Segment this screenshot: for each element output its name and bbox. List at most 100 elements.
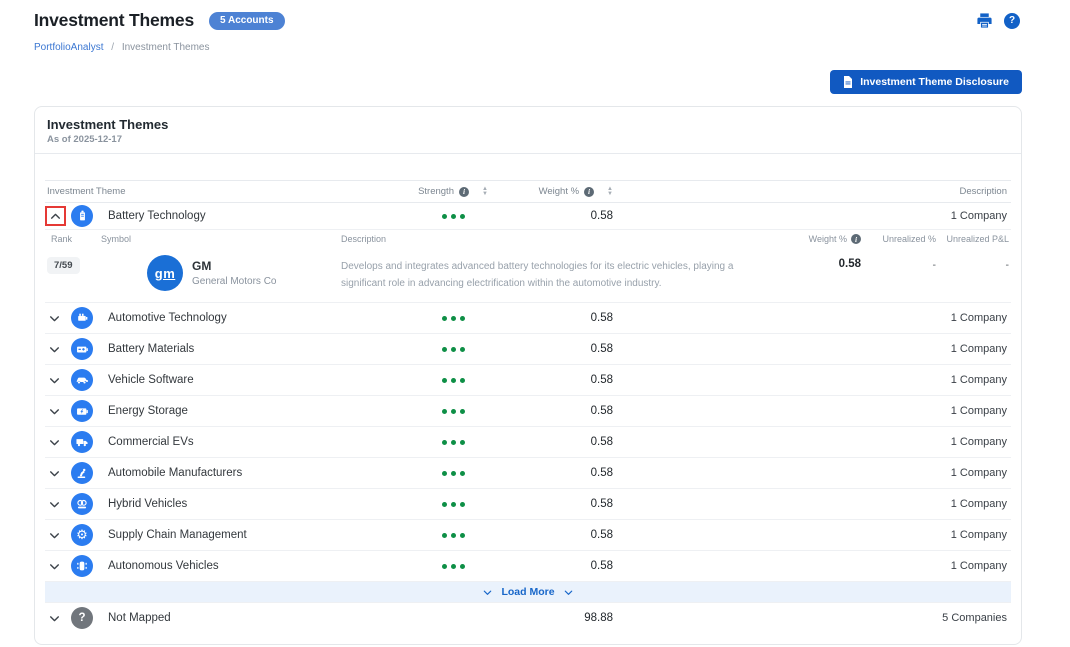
theme-name: Battery Materials	[103, 343, 393, 355]
theme-row-battery-materials[interactable]: Battery Materials 0.58 1 Company	[45, 334, 1011, 365]
chevron-down-icon	[482, 587, 493, 598]
theme-row-vehicle-software[interactable]: Vehicle Software 0.58 1 Company	[45, 365, 1011, 396]
theme-rows-container: Automotive Technology 0.58 1 Company Bat…	[45, 303, 1011, 582]
column-header-strength: Strength i ▲▼	[393, 186, 513, 197]
theme-companies: 1 Company	[613, 529, 1011, 541]
info-icon[interactable]: i	[851, 234, 861, 244]
theme-name: Vehicle Software	[103, 374, 393, 386]
theme-row-autonomous-vehicles[interactable]: Autonomous Vehicles 0.58 1 Company	[45, 551, 1011, 582]
strength-indicator	[393, 347, 513, 352]
chevron-down-icon[interactable]	[48, 312, 61, 325]
theme-row-battery-technology[interactable]: Battery Technology 0.58 1 Company	[45, 203, 1011, 230]
commercial-evs-icon	[71, 431, 93, 453]
strength-indicator	[393, 378, 513, 383]
help-icon[interactable]: ?	[1004, 13, 1020, 29]
chevron-cell	[45, 312, 71, 325]
sort-icon[interactable]: ▲▼	[482, 187, 488, 197]
energy-storage-icon	[71, 400, 93, 422]
icon-cell	[71, 307, 103, 330]
page-title: Investment Themes	[34, 10, 194, 31]
column-header-symbol: Symbol	[101, 234, 341, 244]
chevron-down-icon[interactable]	[48, 498, 61, 511]
chevron-down-icon[interactable]	[48, 529, 61, 542]
chevron-cell	[45, 343, 71, 356]
chevron-down-icon[interactable]	[48, 612, 61, 625]
gm-logo: gm	[147, 255, 183, 291]
theme-row-automotive-technology[interactable]: Automotive Technology 0.58 1 Company	[45, 303, 1011, 334]
strength-indicator	[393, 533, 513, 538]
vehicle-software-icon	[71, 369, 93, 391]
theme-row-supply-chain-management[interactable]: ⚙ Supply Chain Management 0.58 1 Company	[45, 520, 1011, 551]
investment-themes-table: Investment Theme Strength i ▲▼ Weight % …	[45, 180, 1011, 633]
holding-unrealized-pnl: -	[936, 255, 1013, 271]
print-icon[interactable]	[976, 12, 993, 29]
chevron-cell	[45, 374, 71, 387]
top-bar: Investment Themes 5 Accounts ?	[0, 0, 1070, 31]
theme-weight: 0.58	[513, 405, 613, 417]
holding-symbol: GM	[192, 259, 276, 273]
info-icon[interactable]: i	[584, 187, 594, 197]
strength-indicator	[393, 502, 513, 507]
chevron-down-icon[interactable]	[48, 374, 61, 387]
chevron-down-icon[interactable]	[48, 405, 61, 418]
theme-name: Supply Chain Management	[103, 529, 393, 541]
column-header-description: Description	[613, 186, 1011, 197]
theme-name: Battery Technology	[103, 210, 393, 222]
theme-weight: 0.58	[513, 560, 613, 572]
breadcrumb-current: Investment Themes	[122, 42, 210, 53]
disclosure-button-label: Investment Theme Disclosure	[860, 77, 1009, 88]
chevron-cell	[45, 467, 71, 480]
theme-weight: 0.58	[513, 467, 613, 479]
chevron-down-icon[interactable]	[48, 467, 61, 480]
chevron-cell	[45, 405, 71, 418]
load-more-button[interactable]: Load More	[45, 582, 1011, 603]
theme-row-not-mapped[interactable]: ? Not Mapped 98.88 5 Companies	[45, 603, 1011, 633]
holding-row-gm[interactable]: 7/59 gm GM General Motors Co Develops an…	[45, 248, 1011, 303]
theme-weight: 0.58	[513, 498, 613, 510]
disclosure-button-row: Investment Theme Disclosure	[0, 53, 1070, 94]
theme-weight: 0.58	[513, 312, 613, 324]
strength-indicator	[393, 564, 513, 569]
theme-row-commercial-evs[interactable]: Commercial EVs 0.58 1 Company	[45, 427, 1011, 458]
column-header-unrealized-pnl: Unrealized P&L	[936, 234, 1013, 244]
theme-weight: 98.88	[513, 612, 613, 624]
icon-cell	[71, 205, 103, 228]
icon-cell	[71, 369, 103, 392]
strength-indicator	[393, 440, 513, 445]
theme-row-automobile-manufacturers[interactable]: Automobile Manufacturers 0.58 1 Company	[45, 458, 1011, 489]
theme-name: Not Mapped	[103, 612, 393, 624]
column-header-sub-weight: Weight % i	[761, 234, 861, 244]
chevron-down-icon[interactable]	[48, 560, 61, 573]
theme-name: Autonomous Vehicles	[103, 560, 393, 572]
chevron-down-icon[interactable]	[48, 343, 61, 356]
icon-cell	[71, 493, 103, 516]
icon-cell	[71, 431, 103, 454]
theme-weight: 0.58	[513, 436, 613, 448]
breadcrumb-separator: /	[111, 42, 114, 53]
info-icon[interactable]: i	[459, 187, 469, 197]
strength-indicator	[393, 471, 513, 476]
load-more-label: Load More	[501, 586, 554, 598]
theme-companies: 1 Company	[613, 312, 1011, 324]
icon-cell	[71, 555, 103, 578]
battery-icon	[71, 205, 93, 227]
theme-name: Energy Storage	[103, 405, 393, 417]
rank-cell: 7/59	[45, 255, 101, 274]
theme-row-hybrid-vehicles[interactable]: Hybrid Vehicles 0.58 1 Company	[45, 489, 1011, 520]
autonomous-vehicles-icon	[71, 555, 93, 577]
strength-indicator	[393, 409, 513, 414]
theme-companies: 1 Company	[613, 343, 1011, 355]
chevron-up-icon[interactable]	[49, 210, 62, 223]
card-header: Investment Themes As of 2025-12-17	[35, 107, 1021, 154]
holdings-header-row: Rank Symbol Description Weight % i Unrea…	[45, 230, 1011, 248]
chevron-down-icon	[563, 587, 574, 598]
weight-header-label: Weight %	[539, 186, 579, 197]
investment-theme-disclosure-button[interactable]: Investment Theme Disclosure	[830, 70, 1022, 94]
theme-weight: 0.58	[513, 529, 613, 541]
column-header-rank: Rank	[45, 234, 101, 244]
column-header-weight: Weight % i ▲▼	[513, 186, 613, 197]
breadcrumb-portfolioanalyst-link[interactable]: PortfolioAnalyst	[34, 42, 103, 53]
chevron-down-icon[interactable]	[48, 436, 61, 449]
automotive-technology-icon	[71, 307, 93, 329]
theme-row-energy-storage[interactable]: Energy Storage 0.58 1 Company	[45, 396, 1011, 427]
